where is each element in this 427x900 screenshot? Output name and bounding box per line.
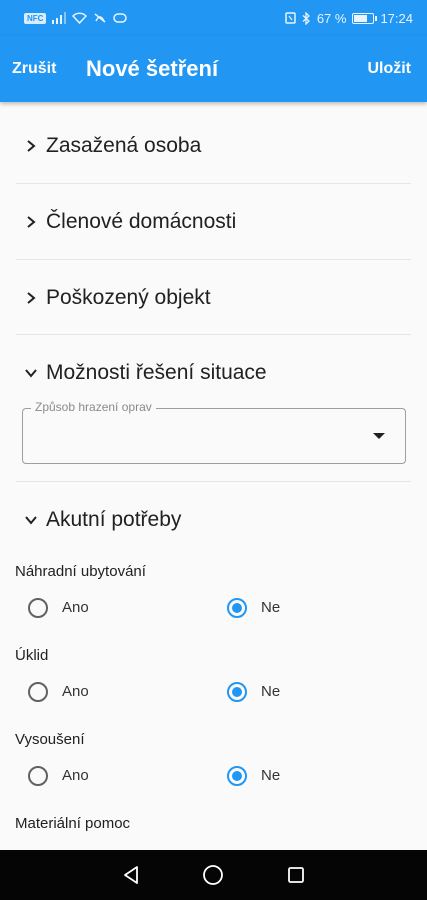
save-button[interactable]: Uložit [367, 60, 411, 78]
radio-label: Ne [261, 683, 281, 700]
status-bar: NFC 67 % 17:24 [0, 0, 427, 36]
section-label: Možnosti řešení situace [46, 361, 267, 384]
select-legend: Způsob hrazení oprav [31, 400, 156, 414]
cancel-button[interactable]: Zrušit [12, 60, 56, 78]
chevron-right-icon [20, 135, 42, 157]
chevron-right-icon [20, 211, 42, 233]
battery-fill [354, 14, 367, 22]
notification-icon [113, 12, 128, 24]
battery-percent: 67 % [316, 10, 347, 26]
radio-label: Ano [62, 683, 89, 700]
form-content: Zasažená osoba Členové domácnosti Poškoz… [0, 102, 427, 850]
system-nav-bar [0, 850, 427, 900]
recents-square-icon[interactable] [284, 863, 308, 887]
payment-method-select[interactable]: Způsob hrazení oprav [22, 400, 406, 464]
question-label-material-help: Materiální pomoc [15, 815, 131, 832]
status-bar-left: NFC [24, 12, 128, 24]
radio-label: Ano [62, 599, 89, 616]
page-title: Nové šetření [86, 56, 219, 81]
section-affected-person[interactable]: Zasažená osoba [16, 108, 411, 184]
nfc-badge: NFC [24, 12, 47, 24]
battery-icon [352, 12, 378, 24]
radio-drying-no[interactable] [227, 766, 247, 786]
question-label-cleaning: Úklid [15, 647, 49, 664]
radio-accommodation-no[interactable] [227, 598, 247, 618]
section-acute-needs[interactable]: Akutní potřeby [16, 482, 411, 558]
muted-icon [93, 12, 107, 24]
app-bar: Zrušit Nové šetření Uložit [0, 36, 427, 102]
dropdown-arrow-icon [373, 433, 385, 439]
radio-cleaning-yes[interactable] [28, 682, 48, 702]
signal-icon [52, 12, 67, 24]
radio-label: Ne [261, 767, 281, 784]
radio-label: Ano [62, 767, 89, 784]
chevron-down-icon [20, 509, 42, 531]
status-bar-right: 67 % 17:24 [285, 11, 413, 26]
clock: 17:24 [380, 10, 413, 26]
question-label-drying: Vysoušení [15, 731, 85, 748]
back-triangle-icon[interactable] [119, 863, 143, 887]
chevron-down-icon [20, 362, 42, 384]
section-damaged-object[interactable]: Poškozený objekt [16, 260, 411, 336]
nfc-icon [285, 12, 296, 24]
home-circle-icon[interactable] [201, 863, 225, 887]
section-label: Poškozený objekt [46, 286, 211, 309]
question-label-accommodation: Náhradní ubytování [15, 563, 146, 580]
radio-drying-yes[interactable] [28, 766, 48, 786]
section-label: Zasažená osoba [46, 134, 202, 157]
section-label: Členové domácnosti [46, 210, 237, 233]
radio-label: Ne [261, 599, 281, 616]
section-household-members[interactable]: Členové domácnosti [16, 184, 411, 260]
radio-cleaning-no[interactable] [227, 682, 247, 702]
radio-accommodation-yes[interactable] [28, 598, 48, 618]
chevron-right-icon [20, 287, 42, 309]
wifi-icon [72, 12, 88, 24]
bluetooth-icon [302, 11, 311, 25]
section-label: Akutní potřeby [46, 508, 182, 531]
